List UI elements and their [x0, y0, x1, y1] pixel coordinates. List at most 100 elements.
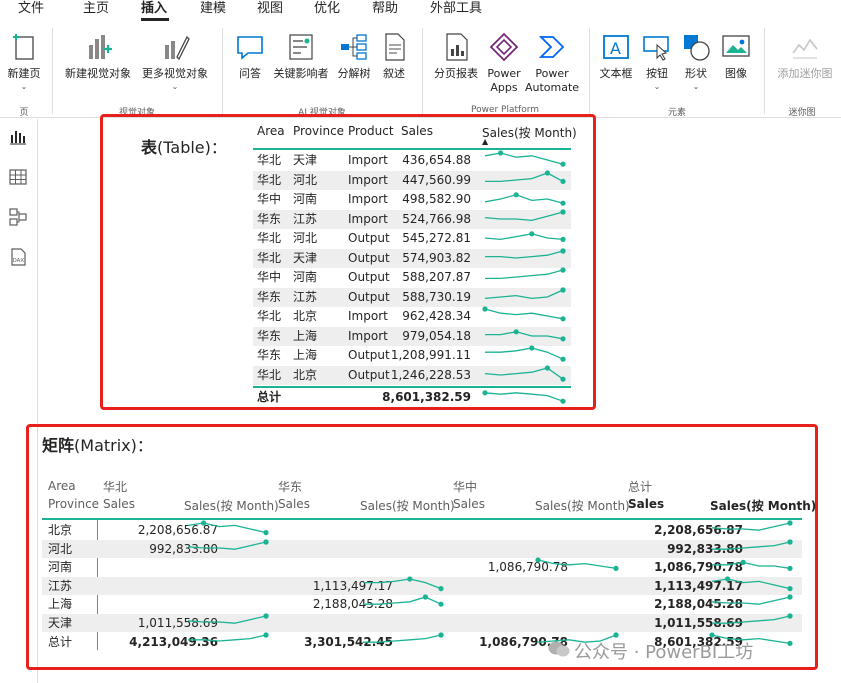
sparkline-marker [498, 150, 504, 156]
decomposition-tree-icon [338, 31, 370, 63]
narrative-button[interactable]: 叙述 [376, 31, 412, 81]
add-sparkline-button[interactable]: 添加迷你图 [772, 31, 838, 81]
sparkline-line [363, 634, 442, 643]
menu-home[interactable]: 主页 [83, 0, 109, 18]
sparkline-marker [438, 601, 444, 607]
paginated-report-button[interactable]: 分页报表 [430, 31, 482, 81]
matrix-section-title: 矩阵(Matrix)： [42, 436, 153, 455]
sparkline-marker [787, 594, 793, 600]
group-separator [422, 28, 423, 114]
cell-sales: 498,582.90 [402, 192, 471, 206]
cell-area: 华东 [257, 348, 282, 362]
table-view-icon[interactable] [8, 167, 28, 187]
table-row[interactable]: 华东 江苏 Output 588,730.19 [253, 286, 571, 307]
sparkline-line [187, 540, 267, 550]
menu-external-tools[interactable]: 外部工具 [430, 0, 482, 18]
dax-query-view-icon[interactable]: DAX [8, 247, 28, 267]
column-header-product[interactable]: Product [348, 124, 394, 138]
sort-ascending-icon[interactable]: ▲ [482, 137, 488, 146]
table-row[interactable]: 华北 河北 Import 447,560.99 [253, 169, 571, 190]
menu-modeling[interactable]: 建模 [200, 0, 226, 18]
cell-province: 上海 [293, 328, 318, 343]
svg-text:A: A [610, 39, 621, 58]
matrix-row[interactable]: 天津 1,011,558.69 1,011,558.69 [42, 612, 802, 632]
menu-help[interactable]: 帮助 [372, 0, 398, 18]
menu-view[interactable]: 视图 [257, 0, 283, 18]
table-row[interactable]: 华北 天津 Import 436,654.88 [253, 150, 571, 171]
narrative-icon [378, 31, 410, 63]
matrix-row[interactable]: 上海 2,188,045.28 2,188,045.28 [42, 594, 802, 614]
cell-province: 北京 [293, 367, 318, 382]
table-row[interactable]: 华北 北京 Output 1,246,228.53 [253, 364, 571, 385]
table-visual[interactable]: Area Province Product Sales Sales(按 Mont… [253, 124, 577, 404]
cell-sales: 1,246,228.53 [390, 367, 471, 382]
group-label-elements: 元素 [667, 108, 686, 118]
sparkline-marker [560, 178, 566, 184]
sparkline-marker [725, 575, 731, 582]
column-header-area[interactable]: Area [257, 124, 285, 138]
shapes-button[interactable]: 形状 ⌄ [678, 31, 714, 91]
sparkline-marker [482, 306, 488, 312]
matrix-visual[interactable]: Area Province 华北 Sales Sales(按 Month) 华东… [42, 474, 816, 654]
cell-sales: 436,654.88 [402, 153, 471, 167]
column-header-sales: Sales [278, 497, 310, 511]
cell-product: Output [348, 348, 390, 362]
more-visuals-button[interactable]: 更多视觉对象 ⌄ [137, 31, 213, 91]
power-apps-button[interactable]: Power Apps [484, 31, 524, 95]
menu-file[interactable]: 文件 [18, 0, 44, 18]
cell-sales-sparkline [711, 575, 793, 591]
sparkline-marker [560, 247, 566, 254]
matrix-row[interactable]: 河南 1,086,790.78 1,086,790.78 [42, 557, 802, 577]
menu-insert[interactable]: 插入 [141, 0, 167, 18]
image-icon [720, 31, 752, 63]
cell-province: 天津 [293, 250, 318, 265]
textbox-button[interactable]: A 文本框 [596, 31, 636, 81]
cell-province: 天津 [48, 615, 73, 630]
key-influencers-icon [285, 31, 317, 63]
decomposition-tree-button[interactable]: 分解树 [334, 31, 374, 81]
image-button[interactable]: 图像 [718, 31, 754, 81]
table-row[interactable]: 华北 天津 Output 574,903.82 [253, 247, 571, 268]
sparkline-line [484, 233, 564, 241]
table-row[interactable]: 华北 河北 Output 545,272.81 [253, 229, 571, 249]
table-row[interactable]: 华中 河南 Output 588,207.87 [253, 267, 571, 288]
sparkline-line [485, 249, 564, 259]
column-header-sales-by-month[interactable]: Sales(按 Month) [482, 124, 577, 141]
sparkline-marker [787, 520, 793, 526]
sparkline-line [187, 614, 267, 624]
row-header-area: Area [48, 479, 76, 493]
power-automate-button[interactable]: Power Automate [524, 31, 580, 95]
table-row[interactable]: 华东 上海 Output 1,208,991.11 [253, 345, 571, 366]
model-view-icon[interactable] [8, 207, 28, 227]
column-header-province[interactable]: Province [293, 124, 344, 138]
shapes-icon [680, 31, 712, 63]
table-row[interactable]: 华东 上海 Import 979,054.18 [253, 326, 571, 346]
sparkline-marker [535, 557, 541, 563]
total-sales: 8,601,382.59 [382, 390, 471, 404]
table-row[interactable]: 华北 北京 Import 962,428.34 [253, 306, 571, 327]
matrix-row[interactable]: 河北 992,833.80 992,833.80 [42, 538, 802, 558]
cell-sales-sparkline [712, 538, 793, 550]
matrix-row[interactable]: 北京 2,208,656.87 2,208,656.87 [42, 520, 802, 540]
menu-optimize[interactable]: 优化 [314, 0, 340, 18]
new-page-button[interactable]: 新建页 ⌄ [4, 31, 44, 91]
sparkline-line [187, 522, 267, 534]
sparkline-marker [560, 398, 566, 404]
insert-button-button[interactable]: 按钮 ⌄ [640, 31, 674, 91]
new-visual-button[interactable]: 新建视觉对象 [62, 31, 134, 81]
sparkline-marker [513, 328, 519, 334]
table-row[interactable]: 华东 江苏 Import 524,766.98 [253, 208, 571, 229]
key-influencers-button[interactable]: 关键影响者 [270, 31, 332, 81]
sparkline-marker [560, 286, 566, 293]
table-row[interactable]: 华中 河南 Import 498,582.90 [253, 190, 571, 210]
cell-product: Import [348, 328, 388, 343]
column-group-huadong: 华东 [278, 480, 303, 494]
column-header-sales[interactable]: Sales [401, 124, 433, 138]
report-view-icon[interactable] [8, 127, 28, 147]
column-header-total-sales-by-month: Sales(按 Month) [710, 499, 817, 513]
qa-button[interactable]: 问答 [232, 31, 268, 81]
group-separator [764, 28, 765, 114]
total-label: 总计 [257, 390, 282, 404]
sparkline-marker [422, 594, 428, 600]
matrix-row[interactable]: 江苏 1,113,497.17 1,113,497.17 [42, 575, 802, 595]
